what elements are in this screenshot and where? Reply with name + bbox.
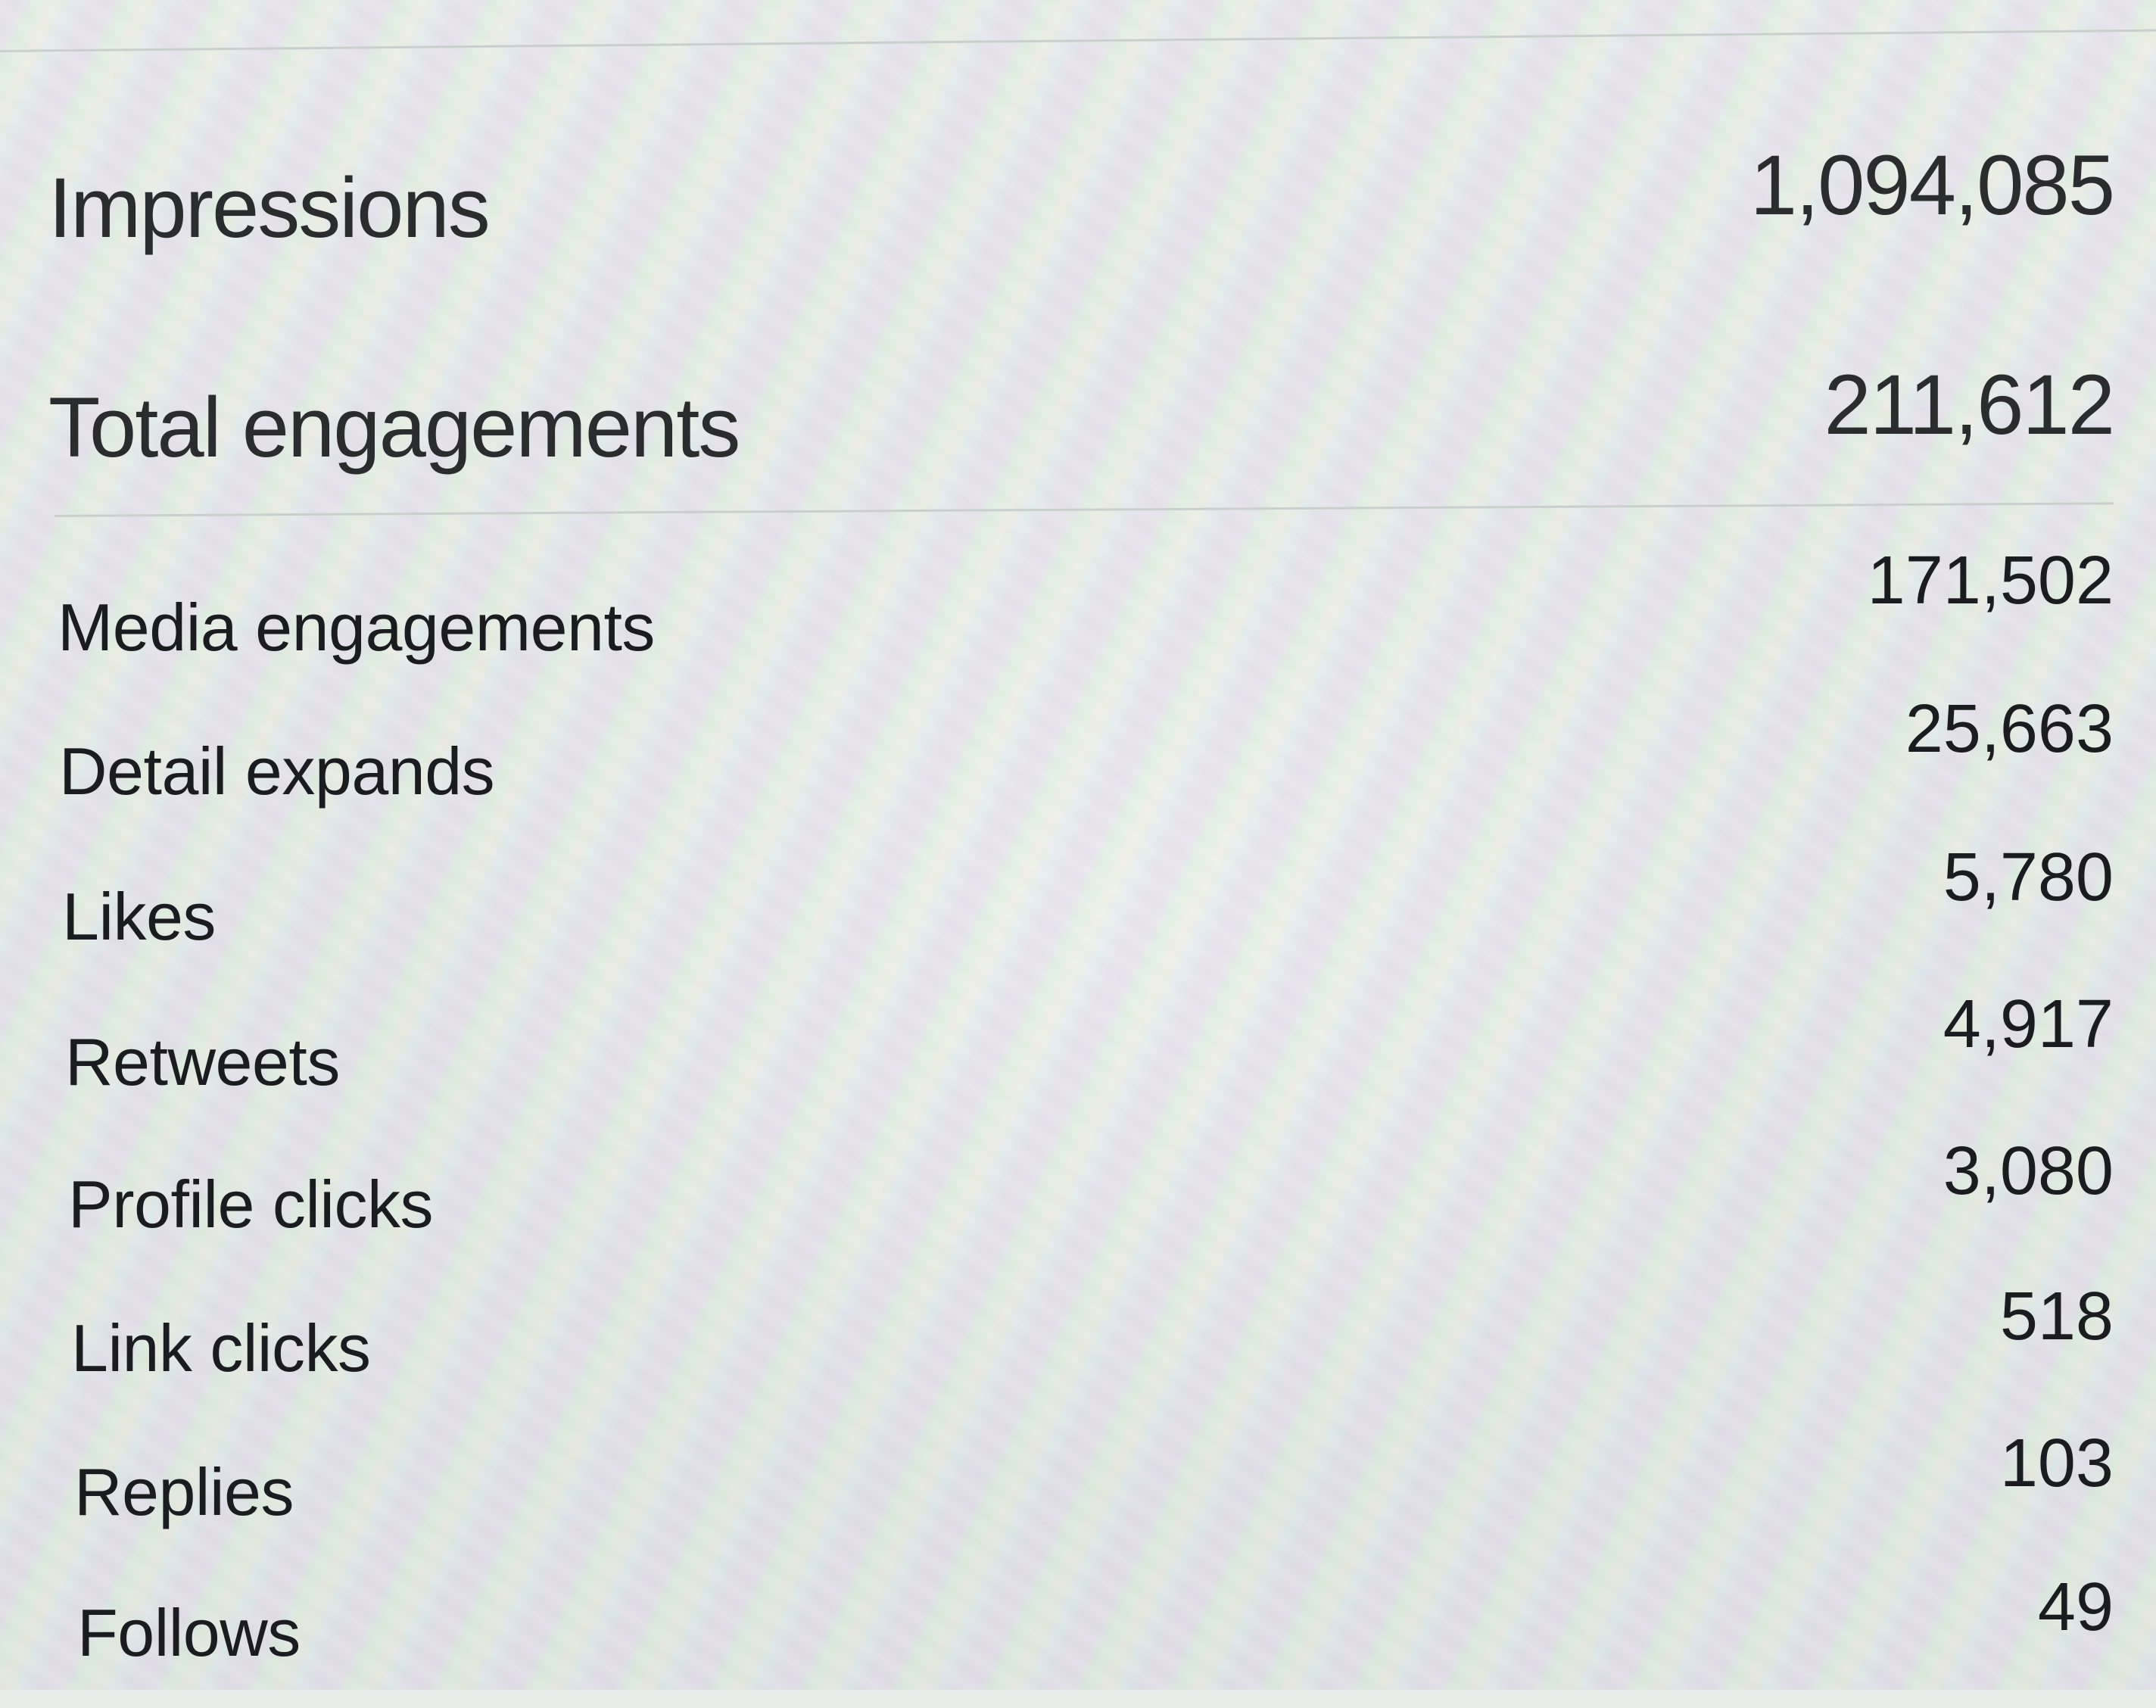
engagement-stats-panel: Impressions 1,094,085 Total engagements … xyxy=(0,0,2156,1690)
metric-value: 3,080 xyxy=(1943,1133,2114,1209)
metric-row-likes: Likes 5,780 xyxy=(0,840,2156,992)
impressions-value: 1,094,085 xyxy=(1749,138,2115,232)
metric-label: Media engagements xyxy=(58,590,655,665)
metric-label: Likes xyxy=(62,879,216,954)
metric-value: 25,663 xyxy=(1905,691,2114,767)
impressions-row: Impressions 1,094,085 xyxy=(0,138,2156,273)
metric-value: 4,917 xyxy=(1943,986,2114,1062)
summary-divider xyxy=(54,502,2114,517)
total-engagements-value: 211,612 xyxy=(1824,357,2115,452)
total-engagements-label: Total engagements xyxy=(48,380,740,475)
metric-row-profile-clicks: Profile clicks 3,080 xyxy=(0,1133,2156,1279)
metric-label: Follows xyxy=(77,1595,301,1670)
metric-row-replies: Replies 103 xyxy=(0,1426,2156,1567)
metric-row-link-clicks: Link clicks 518 xyxy=(0,1279,2156,1423)
metric-row-follows: Follows 49 xyxy=(0,1569,2156,1708)
metric-value: 5,780 xyxy=(1943,840,2114,915)
metric-row-retweets: Retweets 4,917 xyxy=(0,986,2156,1137)
metric-value: 103 xyxy=(1999,1426,2114,1501)
top-divider xyxy=(0,29,2156,52)
metric-value: 171,502 xyxy=(1867,543,2114,619)
metric-value: 518 xyxy=(1999,1279,2114,1354)
metric-label: Profile clicks xyxy=(68,1167,433,1242)
metric-value: 49 xyxy=(2037,1569,2114,1645)
metric-label: Detail expands xyxy=(59,734,495,809)
impressions-label: Impressions xyxy=(48,161,491,255)
metric-label: Replies xyxy=(74,1454,294,1529)
metric-row-detail-expands: Detail expands 25,663 xyxy=(0,691,2156,846)
metric-row-media-engagements: Media engagements 171,502 xyxy=(0,543,2156,703)
total-engagements-row: Total engagements 211,612 xyxy=(0,357,2156,492)
metric-label: Link clicks xyxy=(71,1311,371,1385)
metric-label: Retweets xyxy=(65,1024,340,1099)
